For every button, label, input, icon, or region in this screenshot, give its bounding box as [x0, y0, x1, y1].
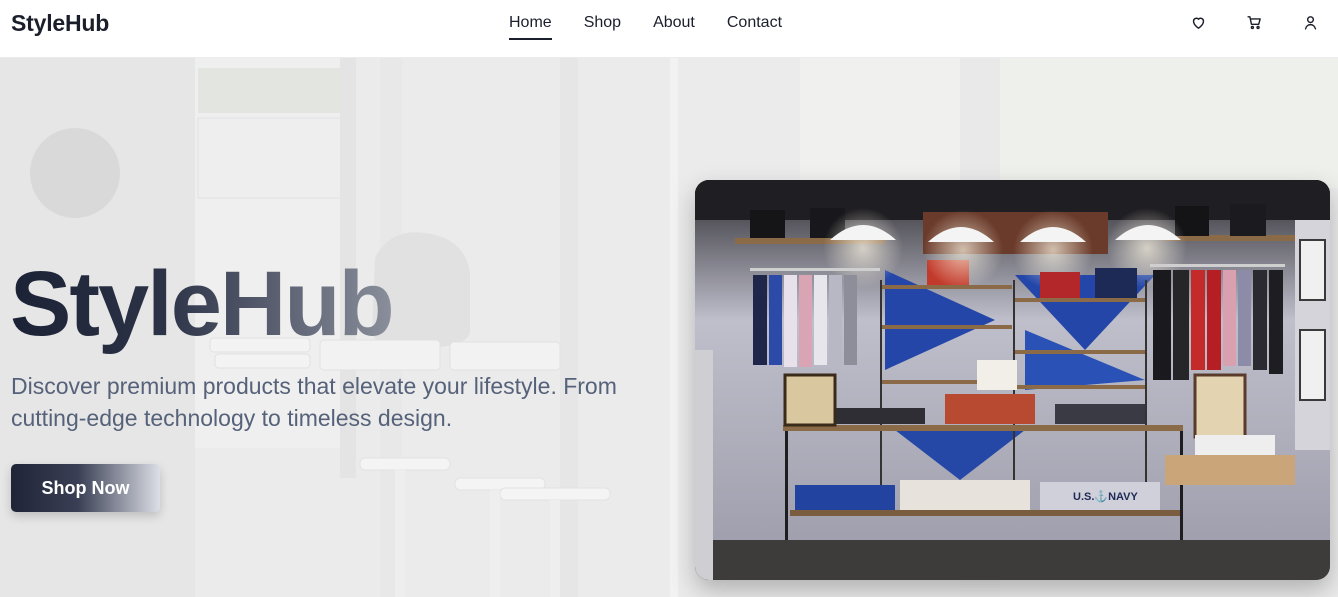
hero-title: StyleHub — [10, 253, 395, 355]
main-nav: Home Shop About Contact — [509, 13, 782, 40]
shop-now-button[interactable]: Shop Now — [11, 464, 160, 512]
hero-subtitle: Discover premium products that elevate y… — [11, 373, 617, 431]
navy-shirt-print: U.S.⚓NAVY — [1073, 490, 1138, 503]
clothing-store-illustration: U.S.⚓NAVY — [695, 180, 1330, 580]
nav-link-about[interactable]: About — [653, 13, 695, 40]
account-button[interactable] — [1300, 12, 1320, 32]
nav-link-shop[interactable]: Shop — [584, 13, 621, 40]
hero-store-image: U.S.⚓NAVY — [695, 180, 1330, 580]
nav-link-contact[interactable]: Contact — [727, 13, 782, 40]
heart-icon — [1192, 17, 1204, 29]
hero-section: StyleHub Discover premium products that … — [0, 58, 1338, 597]
user-icon — [1304, 15, 1316, 30]
wishlist-button[interactable] — [1188, 12, 1208, 32]
nav-link-home[interactable]: Home — [509, 13, 552, 40]
brand-logo[interactable]: StyleHub — [11, 10, 109, 37]
header-actions — [1188, 12, 1320, 32]
cart-icon — [1246, 15, 1261, 29]
cart-button[interactable] — [1244, 12, 1264, 32]
top-navigation-bar: StyleHub Home Shop About Contact — [0, 0, 1338, 58]
